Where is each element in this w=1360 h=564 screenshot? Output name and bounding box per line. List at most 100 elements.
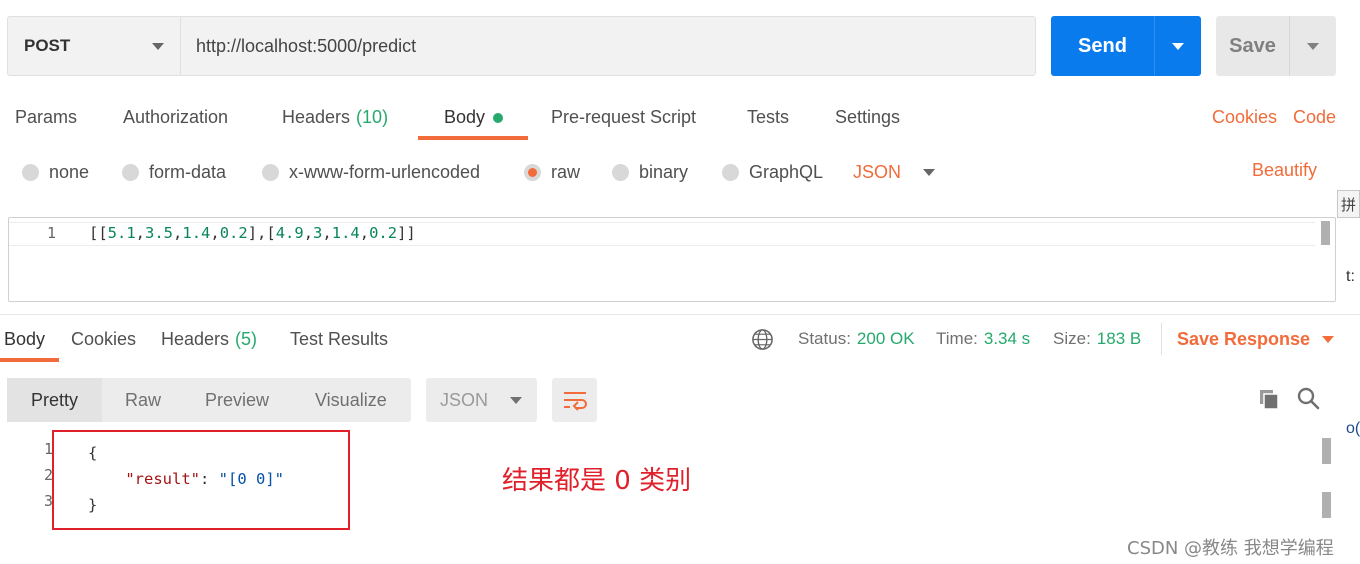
method-label: POST	[24, 36, 71, 55]
tab-label: Body	[4, 329, 46, 349]
view-label: Raw	[125, 389, 162, 410]
body-format-select[interactable]: JSON	[853, 155, 936, 189]
search-icon[interactable]	[1296, 386, 1320, 410]
code-link[interactable]: Code	[1293, 107, 1336, 128]
json-punct: ],[	[247, 224, 276, 242]
beautify-link[interactable]: Beautify	[1252, 160, 1317, 181]
editor-scrollbar[interactable]	[1321, 221, 1330, 245]
status-label: Status:	[798, 329, 851, 348]
background-window-text: o(	[1346, 420, 1360, 437]
save-label[interactable]: Save	[1216, 16, 1290, 76]
response-format-label: JSON	[440, 389, 489, 410]
radio-form-data[interactable]: form-data	[122, 155, 226, 189]
json-punct: ,	[173, 224, 183, 242]
save-button[interactable]: Save	[1216, 16, 1336, 76]
view-label: Visualize	[315, 389, 387, 410]
tab-label: Body	[444, 107, 486, 127]
chevron-down-icon	[1307, 42, 1319, 50]
tab-label: Settings	[835, 107, 901, 127]
copy-icon[interactable]	[1257, 387, 1281, 411]
radio-label: binary	[639, 161, 689, 182]
radio-circle-selected[interactable]	[524, 163, 541, 181]
tab-authorization[interactable]: Authorization	[123, 100, 228, 140]
method-select[interactable]: POST	[8, 17, 181, 75]
view-label: Preview	[205, 389, 270, 410]
radio-circle[interactable]	[22, 163, 39, 181]
wrap-lines-icon	[563, 392, 587, 411]
line-number: 1	[47, 224, 57, 242]
send-label[interactable]: Send	[1051, 16, 1155, 76]
globe-icon[interactable]	[751, 328, 774, 351]
radio-circle[interactable]	[122, 163, 139, 181]
json-punct: [[	[89, 224, 108, 242]
response-time: Time: 3.34 s	[936, 329, 1030, 349]
body-type-options: none form-data x-www-form-urlencoded raw…	[0, 155, 1340, 189]
radio-label: GraphQL	[749, 161, 824, 182]
json-number: 3.5	[145, 224, 174, 242]
request-body-code[interactable]: [[5.1,3.5,1.4,0.2],[4.9,3,1.4,0.2]]	[89, 224, 416, 242]
response-scrollbar[interactable]	[1322, 492, 1331, 518]
radio-graphql[interactable]: GraphQL	[722, 155, 823, 189]
body-format-label: JSON	[853, 161, 902, 182]
json-punct: ,	[359, 224, 370, 242]
response-tab-headers[interactable]: Headers (5)	[161, 322, 257, 362]
radio-circle[interactable]	[722, 163, 739, 181]
view-pretty[interactable]: Pretty	[7, 378, 102, 422]
radio-x-www-form-urlencoded[interactable]: x-www-form-urlencoded	[262, 155, 480, 189]
tab-pre-request-script[interactable]: Pre-request Script	[551, 100, 696, 140]
response-tab-body[interactable]: Body	[0, 322, 59, 362]
wrap-lines-button[interactable]	[552, 378, 597, 422]
tab-params[interactable]: Params	[15, 100, 77, 140]
response-scrollbar[interactable]	[1322, 438, 1331, 464]
radio-binary[interactable]: binary	[612, 155, 688, 189]
time-value: 3.34 s	[983, 329, 1031, 348]
chevron-down-icon	[923, 168, 936, 176]
status-value: 200 OK	[856, 329, 915, 348]
send-options-button[interactable]	[1155, 16, 1201, 76]
radio-label: none	[49, 161, 90, 182]
view-raw[interactable]: Raw	[125, 378, 161, 422]
tab-tests[interactable]: Tests	[747, 100, 789, 140]
pane-divider[interactable]	[0, 314, 1360, 315]
view-visualize[interactable]: Visualize	[315, 378, 387, 422]
radio-circle[interactable]	[612, 163, 629, 181]
radio-raw[interactable]: raw	[524, 155, 580, 189]
headers-count: (5)	[235, 329, 258, 349]
chevron-down-icon	[152, 42, 164, 50]
tab-label: Cookies	[71, 329, 137, 349]
annotation-highlight-box	[52, 430, 350, 530]
body-indicator-dot	[493, 113, 504, 123]
ime-indicator: 拼	[1337, 190, 1360, 218]
tab-headers[interactable]: Headers (10)	[282, 100, 388, 140]
tab-body[interactable]: Body	[418, 100, 528, 140]
save-response-button[interactable]: Save Response	[1177, 329, 1335, 350]
tab-settings[interactable]: Settings	[835, 100, 900, 140]
radio-label: x-www-form-urlencoded	[289, 161, 481, 182]
view-label: Pretty	[30, 389, 78, 410]
tab-label: Headers	[161, 329, 230, 349]
save-options-button[interactable]	[1290, 16, 1336, 76]
tab-label: Authorization	[123, 107, 229, 127]
json-number: 1.4	[331, 224, 360, 242]
annotation-text: 结果都是 0 类别	[502, 466, 692, 496]
watermark: CSDN @教练 我想学编程	[1127, 538, 1334, 559]
cookies-link[interactable]: Cookies	[1212, 107, 1277, 128]
tab-label: Headers	[282, 107, 351, 127]
response-format-select[interactable]: JSON	[426, 378, 537, 422]
size-value: 183 B	[1096, 329, 1142, 348]
background-window-text: t:	[1346, 268, 1355, 285]
response-tab-test-results[interactable]: Test Results	[290, 322, 388, 362]
tab-label: Tests	[747, 107, 790, 127]
url-input[interactable]: http://localhost:5000/predict	[181, 17, 1035, 75]
json-punct: ]]	[397, 224, 416, 242]
send-button[interactable]: Send	[1051, 16, 1201, 76]
view-preview[interactable]: Preview	[205, 378, 269, 422]
response-tab-cookies[interactable]: Cookies	[71, 322, 136, 362]
json-number: 0.2	[219, 224, 248, 242]
request-body-editor[interactable]: 1 [[5.1,3.5,1.4,0.2],[4.9,3,1.4,0.2]]	[8, 217, 1336, 302]
radio-circle[interactable]	[262, 163, 279, 181]
json-number: 0.2	[369, 224, 398, 242]
radio-label: raw	[551, 161, 581, 182]
size-label: Size:	[1053, 329, 1091, 348]
radio-none[interactable]: none	[22, 155, 89, 189]
